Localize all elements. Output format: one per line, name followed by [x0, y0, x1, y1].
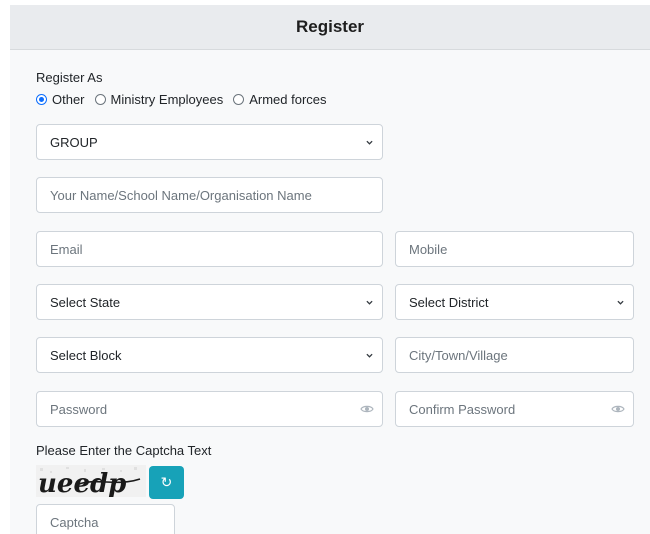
register-page: Register Register As Other Ministry Empl… — [0, 0, 650, 534]
district-select-value: Select District — [409, 294, 489, 310]
captcha-label: Please Enter the Captcha Text — [36, 443, 212, 458]
email-field-placeholder: Email — [50, 241, 83, 257]
mobile-field-placeholder: Mobile — [409, 241, 448, 257]
city-input-placeholder: City/Town/Village — [409, 347, 508, 363]
chevron-down-icon — [617, 300, 624, 305]
refresh-icon: ↻ — [160, 474, 173, 490]
password-field-placeholder: Password — [50, 401, 108, 417]
block-select[interactable]: Select Block — [36, 337, 383, 373]
radio-other-label: Other — [52, 92, 85, 107]
chevron-down-icon — [366, 300, 373, 305]
register-as-options: Other Ministry Employees Armed forces — [36, 92, 337, 107]
group-select-value: GROUP — [50, 134, 98, 150]
state-select[interactable]: Select State — [36, 284, 383, 320]
group-select[interactable]: GROUP — [36, 124, 383, 160]
radio-armed-forces-circle[interactable] — [233, 94, 245, 105]
captcha-image: ueedp — [36, 465, 146, 497]
email-field[interactable]: Email — [36, 231, 383, 267]
name-input[interactable]: Your Name/School Name/Organisation Name — [36, 177, 383, 213]
captcha-input[interactable]: Captcha — [36, 504, 175, 534]
radio-ministry-employees-label: Ministry Employees — [110, 92, 224, 107]
name-input-placeholder: Your Name/School Name/Organisation Name — [50, 187, 312, 203]
radio-armed-forces[interactable]: Armed forces — [233, 92, 327, 107]
radio-ministry-employees-circle[interactable] — [94, 94, 106, 105]
block-select-value: Select Block — [50, 347, 122, 363]
password-field[interactable]: Password — [36, 391, 383, 427]
register-as-label: Register As — [36, 70, 103, 85]
mobile-field[interactable]: Mobile — [395, 231, 634, 267]
radio-ministry-employees[interactable]: Ministry Employees — [94, 92, 224, 107]
confirm-password-field[interactable]: Confirm Password — [395, 391, 634, 427]
page-title-text: Register — [295, 17, 365, 36]
radio-other-circle[interactable] — [36, 94, 47, 105]
district-select[interactable]: Select District — [395, 284, 634, 320]
confirm-password-field-placeholder: Confirm Password — [409, 401, 516, 417]
page-title: Register — [10, 5, 650, 50]
chevron-down-icon — [366, 140, 373, 145]
radio-armed-forces-label: Armed forces — [249, 92, 327, 107]
eye-icon[interactable] — [611, 404, 625, 414]
refresh-captcha-button[interactable]: ↻ — [149, 466, 184, 499]
state-select-value: Select State — [50, 294, 121, 310]
chevron-down-icon — [366, 353, 373, 358]
radio-other[interactable]: Other — [36, 92, 85, 107]
captcha-input-placeholder: Captcha — [50, 514, 99, 530]
eye-icon[interactable] — [360, 404, 374, 414]
city-input[interactable]: City/Town/Village — [395, 337, 634, 373]
